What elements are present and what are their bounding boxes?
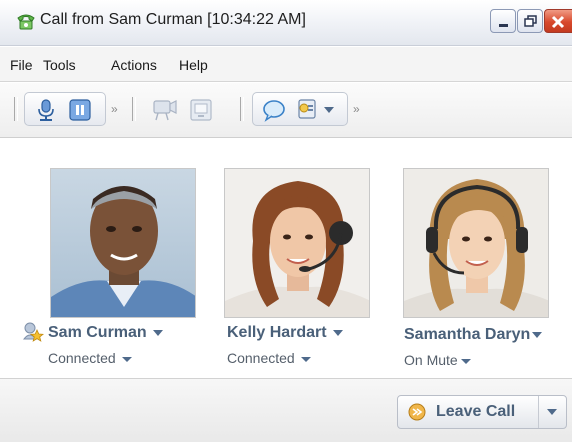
close-button[interactable] (544, 9, 572, 33)
name-dropdown-icon[interactable] (532, 331, 543, 338)
participant-status[interactable]: Connected (48, 350, 132, 366)
participant-photo[interactable] (403, 168, 549, 318)
status-dropdown-icon[interactable] (121, 356, 132, 362)
microphone-icon[interactable] (35, 98, 57, 127)
leave-call-icon (408, 403, 426, 426)
participant-name[interactable]: Samantha Daryn (404, 326, 543, 344)
participant-name[interactable]: Kelly Hardart (227, 324, 343, 342)
menu-actions[interactable]: Actions (111, 57, 157, 73)
restore-button[interactable] (517, 9, 543, 33)
screen-share-icon[interactable] (190, 99, 212, 126)
audio-group (24, 92, 106, 126)
minimize-button[interactable] (490, 9, 516, 33)
window-title: Call from Sam Curman [10:34:22 AM] (40, 11, 306, 28)
participant-photo[interactable] (224, 168, 370, 318)
name-dropdown-icon[interactable] (152, 329, 163, 336)
leave-call-button[interactable]: Leave Call (397, 395, 567, 429)
call-window: Call from Sam Curman [10:34:22 AM] File … (0, 0, 572, 442)
moderator-star-icon (22, 321, 45, 348)
status-dropdown-icon[interactable] (460, 358, 471, 364)
name-dropdown-icon[interactable] (332, 329, 343, 336)
participant-photo[interactable] (50, 168, 196, 318)
toolbar-grip[interactable] (132, 97, 136, 121)
overflow-chevron-icon[interactable]: » (111, 102, 118, 116)
participant-status[interactable]: Connected (227, 350, 311, 366)
toolbar-grip[interactable] (14, 97, 18, 121)
chevron-down-icon (547, 409, 557, 415)
title-bar[interactable]: Call from Sam Curman [10:34:22 AM] (0, 0, 572, 46)
participant-name[interactable]: Sam Curman (48, 324, 163, 342)
leave-call-label: Leave Call (436, 403, 516, 420)
messaging-group (252, 92, 348, 126)
status-dropdown-icon[interactable] (300, 356, 311, 362)
chat-icon[interactable] (261, 98, 287, 127)
phone-icon (16, 12, 36, 30)
minimize-icon (499, 24, 508, 27)
video-icon[interactable] (152, 98, 178, 127)
menu-tools[interactable]: Tools (43, 57, 76, 73)
overflow-chevron-icon[interactable]: » (353, 102, 360, 116)
menu-help[interactable]: Help (179, 57, 208, 73)
restore-icon (524, 15, 537, 27)
leave-call-dropdown[interactable] (538, 396, 566, 428)
leave-call-main[interactable]: Leave Call (398, 396, 538, 428)
video-group (142, 92, 226, 126)
menu-file[interactable]: File (10, 57, 33, 73)
menu-bar: File Tools Actions Help (0, 47, 572, 82)
close-icon (551, 15, 565, 29)
contacts-dropdown-icon[interactable] (324, 107, 334, 113)
footer-bar: Leave Call (0, 378, 572, 442)
participant-status[interactable]: On Mute (404, 352, 471, 368)
contacts-icon[interactable] (293, 98, 319, 127)
pause-icon[interactable] (69, 99, 91, 126)
toolbar-grip[interactable] (240, 97, 244, 121)
toolbar: » » (0, 83, 572, 138)
